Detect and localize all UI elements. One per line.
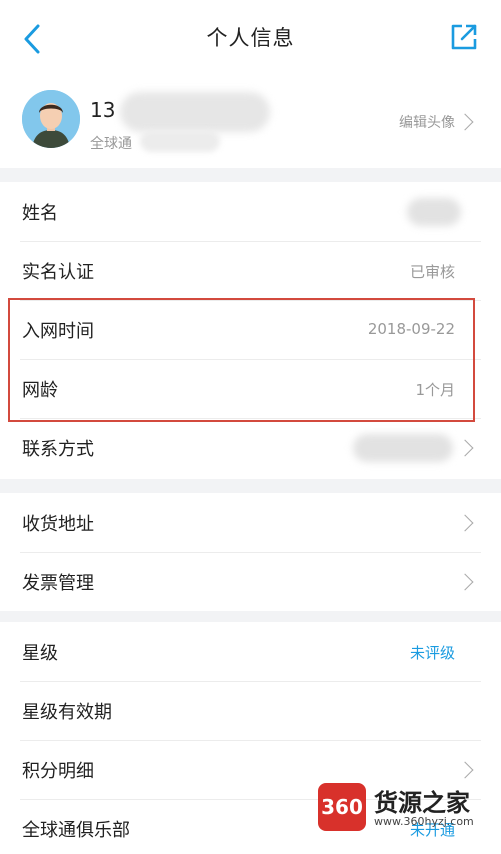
chevron-right-icon <box>456 761 474 779</box>
profile-card[interactable]: 13 全球通 编辑头像 <box>0 78 501 168</box>
highlight-box <box>8 298 475 422</box>
chevron-right-icon <box>456 514 474 532</box>
page-title: 个人信息 <box>206 26 295 50</box>
row-star-validity[interactable]: 星级有效期 <box>0 681 501 740</box>
row-star-level[interactable]: 星级 未评级 <box>0 622 501 681</box>
avatar[interactable] <box>22 90 80 148</box>
watermark-url: www.360hyzj.com <box>374 815 474 828</box>
row-invoice[interactable]: 发票管理 <box>0 552 501 611</box>
row-label: 姓名 <box>22 203 58 224</box>
watermark-name: 货源之家 <box>374 789 470 817</box>
chevron-right-icon <box>456 439 474 457</box>
share-out-icon[interactable] <box>449 22 479 52</box>
watermark-logo: 360 <box>318 783 366 831</box>
row-label: 收货地址 <box>22 514 94 535</box>
masked-name <box>407 198 461 226</box>
row-value: 未评级 <box>409 644 455 662</box>
edit-avatar-link[interactable]: 编辑头像 <box>399 112 455 132</box>
watermark: 360 货源之家 www.360hyzj.com <box>318 783 498 833</box>
row-name[interactable]: 姓名 <box>0 182 501 241</box>
row-shipping-address[interactable]: 收货地址 <box>0 493 501 552</box>
plan-name: 全球通 <box>90 136 132 152</box>
row-label: 星级有效期 <box>22 702 112 723</box>
chevron-right-icon <box>456 573 474 591</box>
row-label: 积分明细 <box>22 761 94 782</box>
masked-contact <box>353 434 453 462</box>
top-navbar: 个人信息 <box>0 0 501 78</box>
masked-phone <box>120 92 270 132</box>
row-label: 全球通俱乐部 <box>22 820 130 841</box>
row-value: 已审核 <box>409 263 455 281</box>
row-label: 星级 <box>22 643 58 664</box>
row-contact[interactable]: 联系方式 <box>0 418 501 477</box>
row-label: 实名认证 <box>22 262 94 283</box>
screen: 个人信息 13 全球通 编辑头像 姓名 实名认证 已审核 入网时间 2018-0… <box>0 0 501 854</box>
info-group-services: 收货地址 发票管理 <box>0 493 501 611</box>
phone-number: 13 <box>90 98 116 122</box>
row-real-name-auth[interactable]: 实名认证 已审核 <box>0 241 501 300</box>
chevron-right-icon <box>456 113 474 131</box>
row-label: 联系方式 <box>22 439 94 460</box>
avatar-icon <box>22 90 80 148</box>
masked-location <box>140 130 220 152</box>
row-label: 发票管理 <box>22 573 94 594</box>
